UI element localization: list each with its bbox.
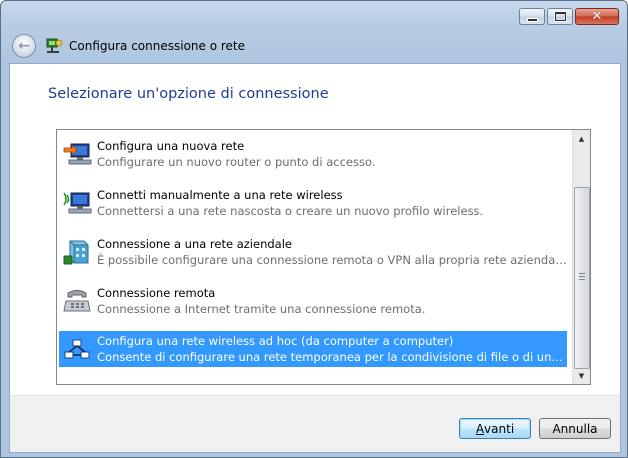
- option-title: Configura una rete wireless ad hoc (da c…: [97, 334, 454, 348]
- next-access-key: A: [475, 421, 485, 436]
- option-title: Connessione a una rete aziendale: [97, 237, 292, 251]
- list-scrollbar[interactable]: ▲ ▼: [572, 130, 590, 384]
- dialog-window: ✕ ← Configura connessione o rete Selezio…: [0, 0, 628, 458]
- minimize-icon: [526, 17, 538, 22]
- window-title: Configura connessione o rete: [69, 39, 246, 53]
- option-description: Consente di configurare una rete tempora…: [97, 350, 567, 364]
- option-adhoc[interactable]: Configura una rete wireless ad hoc (da c…: [59, 331, 567, 367]
- wireless-network-icon: [63, 192, 92, 214]
- option-title: Connessione remota: [97, 286, 216, 300]
- scroll-thumb[interactable]: [574, 187, 590, 369]
- page-heading: Selezionare un'opzione di connessione: [48, 86, 329, 102]
- new-network-icon: [63, 143, 92, 165]
- scroll-down-icon[interactable]: ▼: [573, 367, 590, 384]
- option-description: Configurare un nuovo router o punto di a…: [97, 155, 376, 169]
- adhoc-network-icon: [64, 339, 90, 359]
- option-title: Configura una nuova rete: [97, 139, 245, 153]
- button-bar: Avanti Annulla: [9, 395, 621, 453]
- workplace-network-icon: [63, 240, 89, 265]
- scroll-grip-icon: [579, 273, 585, 280]
- next-button[interactable]: Avanti: [459, 418, 531, 439]
- dialup-phone-icon: [63, 290, 91, 312]
- cancel-button[interactable]: Annulla: [539, 418, 611, 439]
- option-workplace[interactable]: Connessione a una rete aziendale È possi…: [59, 234, 567, 270]
- option-description: Connettersi a una rete nascosta o creare…: [97, 204, 484, 218]
- option-dialup[interactable]: Connessione remota Connessione a Interne…: [59, 283, 567, 319]
- maximize-icon: [554, 12, 566, 21]
- caption-buttons: ✕: [519, 8, 619, 25]
- minimize-button[interactable]: [519, 8, 545, 25]
- close-icon: ✕: [591, 9, 603, 24]
- connection-options-list[interactable]: Configura una nuova rete Configurare un …: [56, 129, 591, 385]
- network-wizard-icon: [46, 38, 63, 53]
- back-arrow-icon: ←: [18, 37, 30, 54]
- back-button[interactable]: ←: [12, 34, 36, 58]
- option-manual-wireless[interactable]: Connetti manualmente a una rete wireless…: [59, 185, 567, 221]
- option-title: Connetti manualmente a una rete wireless: [97, 188, 343, 202]
- close-button[interactable]: ✕: [575, 8, 619, 25]
- next-label: vanti: [484, 421, 515, 436]
- option-description: È possibile configurare una connessione …: [97, 253, 567, 267]
- option-new-network[interactable]: Configura una nuova rete Configurare un …: [59, 136, 567, 172]
- content-panel: Selezionare un'opzione di connessione Co…: [9, 63, 621, 396]
- maximize-button[interactable]: [547, 8, 573, 25]
- option-description: Connessione a Internet tramite una conne…: [97, 302, 426, 316]
- scroll-up-icon[interactable]: ▲: [573, 130, 590, 147]
